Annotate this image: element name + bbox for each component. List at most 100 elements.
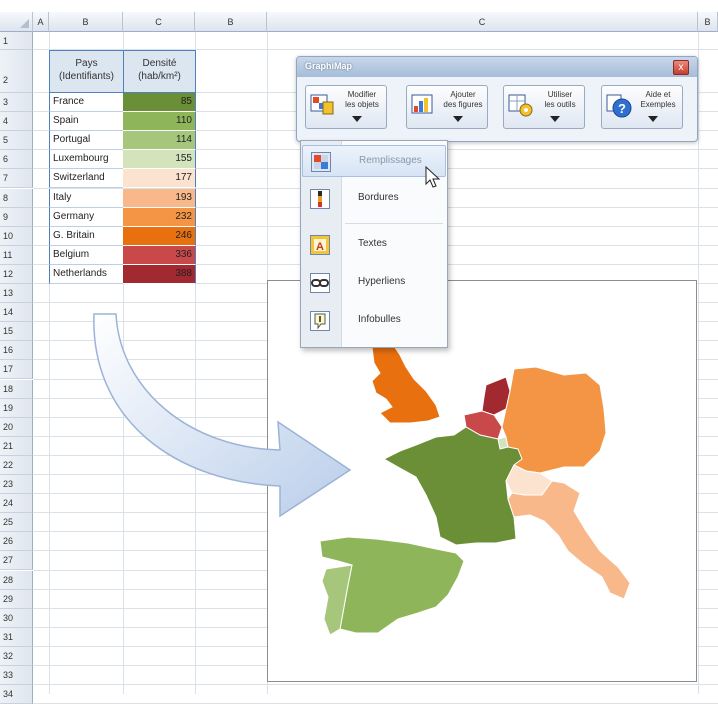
toolbar-titlebar[interactable]: GraphiMap x	[297, 57, 697, 77]
header-density[interactable]: Densité (hab/km²)	[123, 50, 196, 93]
cell-country[interactable]: Belgium	[49, 245, 124, 265]
svg-text:?: ?	[618, 101, 626, 116]
row-header-26[interactable]: 26	[0, 532, 33, 552]
cell-country[interactable]: G. Britain	[49, 226, 124, 246]
close-button[interactable]: x	[673, 60, 689, 75]
toolbar-title: GraphiMap	[305, 61, 353, 71]
row-header-29[interactable]: 29	[0, 589, 33, 609]
row-header-6[interactable]: 6	[0, 150, 33, 170]
row-header-34[interactable]: 34	[0, 685, 33, 704]
dropdown-arrow-icon	[453, 116, 463, 122]
row-header-21[interactable]: 21	[0, 436, 33, 456]
cell-density[interactable]: 155	[123, 150, 196, 170]
dropdown-arrow-icon	[648, 116, 658, 122]
row-header-16[interactable]: 16	[0, 341, 33, 361]
row-header-33[interactable]: 33	[0, 666, 33, 686]
cell-density[interactable]: 336	[123, 245, 196, 265]
row-header-23[interactable]: 23	[0, 475, 33, 495]
tools-icon	[508, 94, 533, 117]
row-header-7[interactable]: 7	[0, 169, 33, 189]
map-great-britain[interactable]	[371, 342, 441, 424]
row-header-9[interactable]: 9	[0, 207, 33, 227]
modify-objects-label: Modifier les objets	[345, 90, 379, 109]
use-tools-button[interactable]: Utiliser les outils	[503, 85, 585, 129]
cell-density[interactable]: 246	[123, 226, 196, 246]
cell-country[interactable]: Italy	[49, 188, 124, 208]
column-header-b[interactable]: B	[49, 12, 123, 32]
header-country[interactable]: Pays (Identifiants)	[49, 50, 124, 93]
add-figures-icon	[411, 94, 433, 114]
cell-country[interactable]: Portugal	[49, 131, 124, 151]
row-header-4[interactable]: 4	[0, 112, 33, 132]
row-header-11[interactable]: 11	[0, 245, 33, 265]
row-header-22[interactable]: 22	[0, 455, 33, 475]
menu-item-hyperlinks[interactable]: Hyperliens	[302, 267, 446, 299]
help-examples-label: Aide et Exemples	[640, 90, 676, 109]
svg-text:A: A	[316, 241, 324, 253]
row-header-20[interactable]: 20	[0, 417, 33, 437]
menu-item-texts[interactable]: A Textes	[302, 229, 446, 261]
add-figures-button[interactable]: Ajouter des figures	[406, 85, 488, 129]
graphimap-toolbar-window: GraphiMap x Modifier les objets Ajouter …	[296, 56, 698, 142]
column-header-b3[interactable]: B	[698, 12, 718, 32]
text-icon: A	[310, 235, 330, 255]
mouse-cursor-icon	[425, 166, 441, 188]
row-header-8[interactable]: 8	[0, 188, 33, 208]
cell-country[interactable]: Luxembourg	[49, 150, 124, 170]
menu-label-hyperlinks: Hyperliens	[358, 276, 406, 287]
cell-country[interactable]: Netherlands	[49, 264, 124, 284]
modify-objects-icon	[310, 94, 334, 115]
row-header-10[interactable]: 10	[0, 226, 33, 246]
cell-density[interactable]: 110	[123, 112, 196, 132]
cell-country[interactable]: Switzerland	[49, 169, 124, 189]
cell-country[interactable]: France	[49, 93, 124, 113]
cell-country[interactable]: Germany	[49, 207, 124, 227]
row-header-14[interactable]: 14	[0, 303, 33, 323]
menu-label-texts: Textes	[358, 238, 387, 249]
column-header-a[interactable]: A	[33, 12, 49, 32]
tooltip-icon	[310, 311, 330, 331]
select-all-corner[interactable]	[0, 12, 33, 32]
dropdown-arrow-icon	[550, 116, 560, 122]
cell-density[interactable]: 114	[123, 131, 196, 151]
row-header-18[interactable]: 18	[0, 379, 33, 399]
cell-density[interactable]: 85	[123, 93, 196, 113]
dropdown-arrow-icon	[352, 116, 362, 122]
row-header-32[interactable]: 32	[0, 646, 33, 666]
column-header-c2[interactable]: C	[267, 12, 698, 32]
menu-item-tooltips[interactable]: Infobulles	[302, 305, 446, 337]
row-header-2[interactable]: 2	[0, 50, 33, 93]
cell-density[interactable]: 193	[123, 188, 196, 208]
cell-density[interactable]: 388	[123, 264, 196, 284]
row-header-15[interactable]: 15	[0, 322, 33, 342]
border-icon	[310, 189, 330, 209]
menu-label-tooltips: Infobulles	[358, 314, 401, 325]
column-header-b2[interactable]: B	[195, 12, 267, 32]
column-header-bar: A B C B C B	[0, 12, 718, 32]
row-header-30[interactable]: 30	[0, 608, 33, 628]
row-header-19[interactable]: 19	[0, 398, 33, 418]
row-header-12[interactable]: 12	[0, 264, 33, 284]
row-header-5[interactable]: 5	[0, 131, 33, 151]
row-header-1[interactable]: 1	[0, 32, 33, 50]
cell-country[interactable]: Spain	[49, 112, 124, 132]
row-header-27[interactable]: 27	[0, 551, 33, 571]
row-header-31[interactable]: 31	[0, 627, 33, 647]
cell-density[interactable]: 232	[123, 207, 196, 227]
help-examples-button[interactable]: ? Aide et Exemples	[601, 85, 683, 129]
row-header-25[interactable]: 25	[0, 513, 33, 533]
row-header-17[interactable]: 17	[0, 360, 33, 380]
use-tools-label: Utiliser les outils	[544, 90, 576, 109]
row-header-3[interactable]: 3	[0, 93, 33, 113]
modify-objects-button[interactable]: Modifier les objets	[305, 85, 387, 129]
map-italy[interactable]	[507, 480, 631, 600]
menu-label-borders: Bordures	[358, 192, 399, 203]
row-header-24[interactable]: 24	[0, 494, 33, 514]
help-icon: ?	[606, 94, 632, 118]
hyperlink-icon	[310, 273, 330, 293]
menu-label-fills: Remplissages	[359, 155, 422, 166]
cell-density[interactable]: 177	[123, 169, 196, 189]
row-header-13[interactable]: 13	[0, 284, 33, 304]
column-header-c[interactable]: C	[123, 12, 195, 32]
row-header-28[interactable]: 28	[0, 570, 33, 590]
